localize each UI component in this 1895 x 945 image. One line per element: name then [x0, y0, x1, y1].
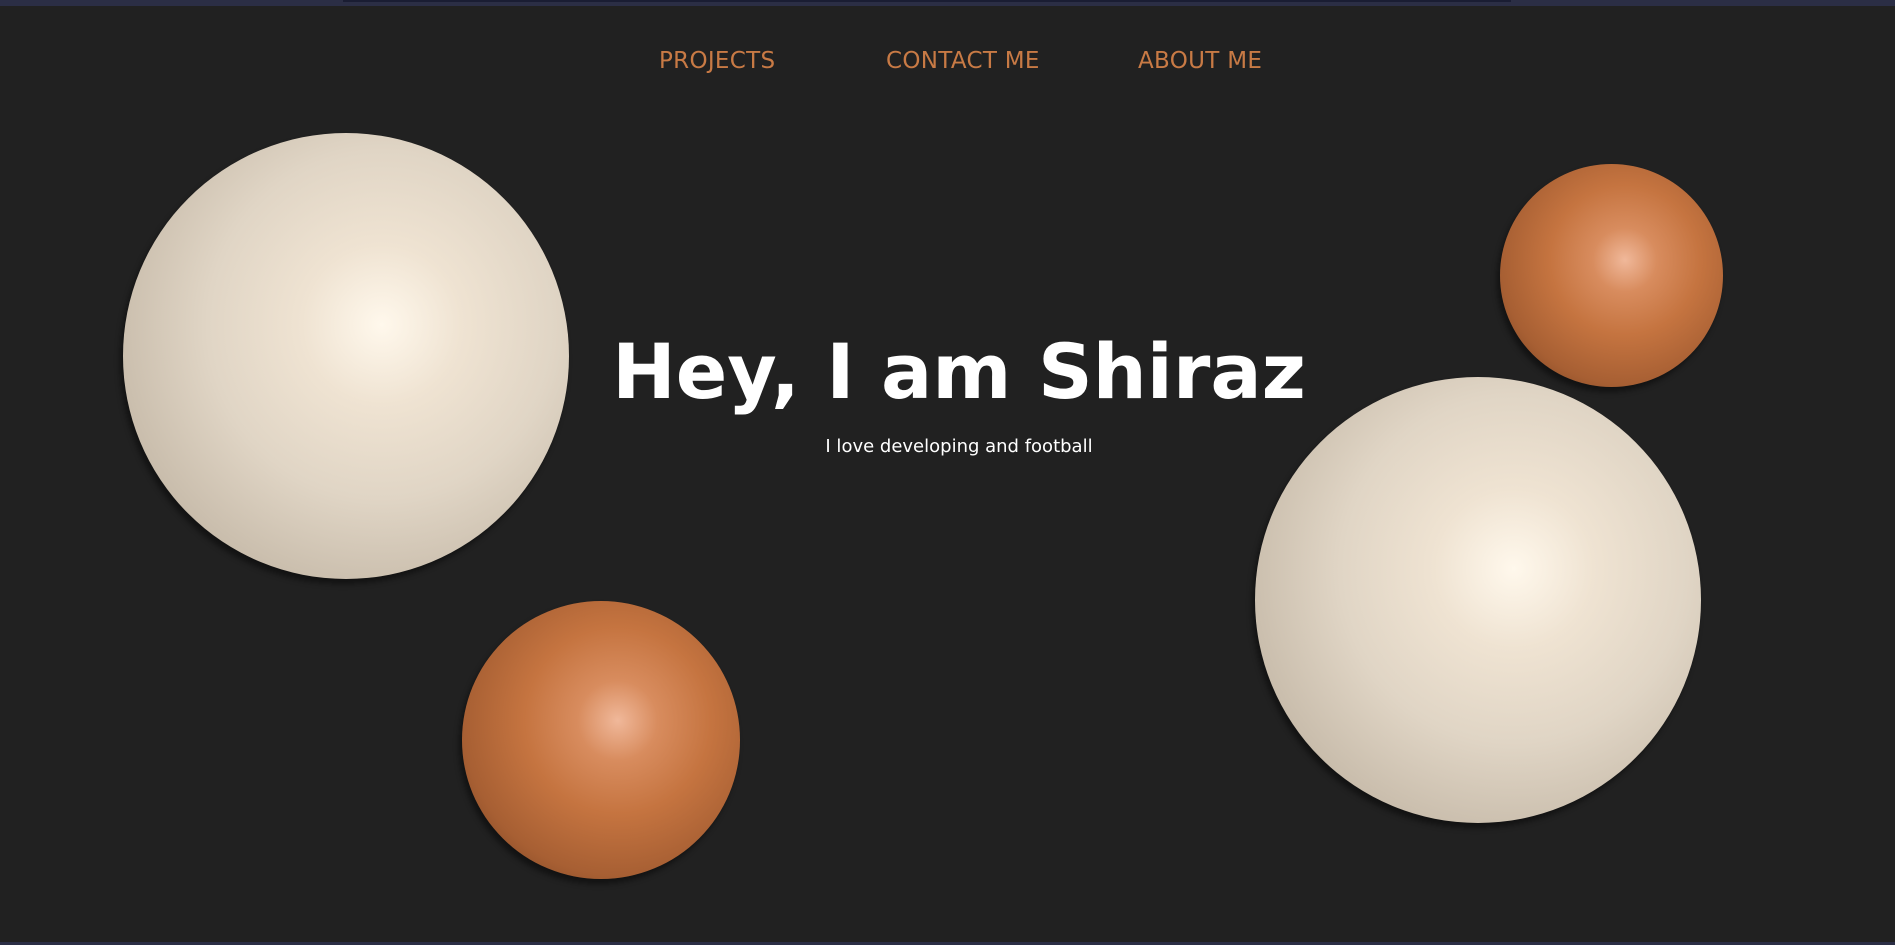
hero-subtitle: I love developing and football: [825, 436, 1093, 457]
hero-title: Hey, I am Shiraz: [612, 327, 1306, 416]
top-navigation: PROJECTS CONTACT ME ABOUT ME: [0, 48, 1895, 82]
nav-link-contact-me[interactable]: CONTACT ME: [886, 48, 1040, 74]
decorative-sphere-orange-bottom-left: [462, 601, 740, 879]
nav-link-about-me[interactable]: ABOUT ME: [1138, 48, 1262, 74]
top-strip: [0, 0, 1895, 6]
top-strip-highlight: [343, 0, 1511, 2]
nav-link-projects[interactable]: PROJECTS: [659, 48, 775, 74]
landing-page: PROJECTS CONTACT ME ABOUT ME Hey, I am S…: [0, 0, 1895, 945]
